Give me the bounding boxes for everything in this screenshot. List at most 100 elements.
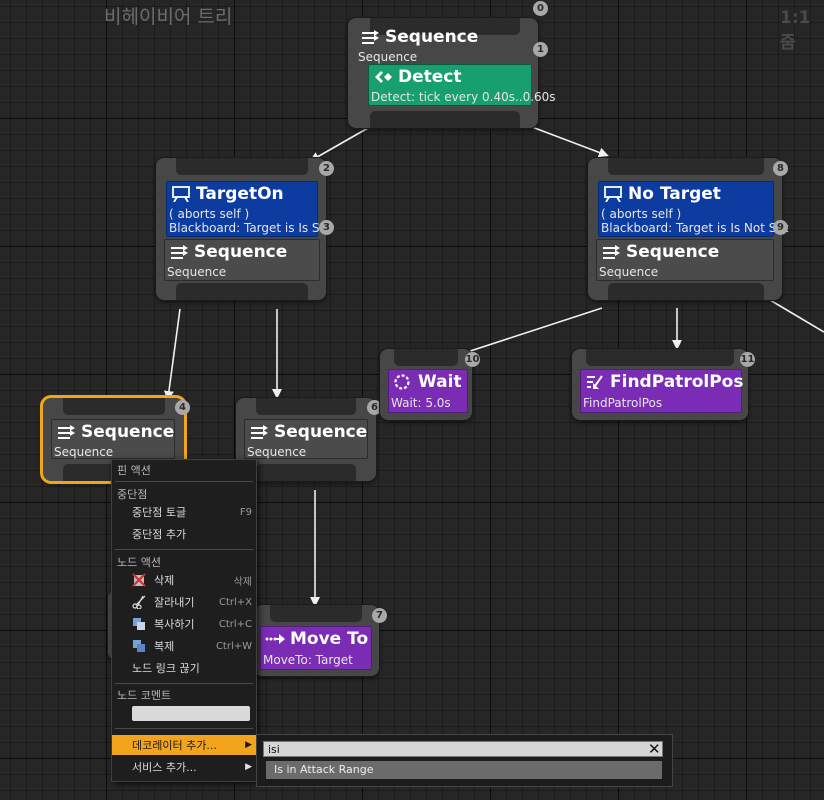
- shortcut-label: Ctrl+C: [218, 618, 252, 630]
- notarget-condition: Blackboard: Target is Is Not Set: [601, 221, 789, 235]
- output-pin[interactable]: [370, 111, 520, 128]
- clear-search-icon[interactable]: ✕: [648, 740, 661, 758]
- findpatrolpos-panel: FindPatrolPos FindPatrolPos: [580, 369, 744, 413]
- search-result-item[interactable]: Is in Attack Range: [266, 761, 662, 779]
- root-index-badge: 0: [533, 1, 548, 16]
- input-pin[interactable]: [256, 398, 356, 415]
- add-breakpoint-item[interactable]: 중단점 추가: [112, 524, 256, 544]
- detect-subtitle: Detect: tick every 0.40s..0.60s: [371, 90, 556, 104]
- scissors-icon: [132, 595, 146, 609]
- findpatrolpos-subtitle: FindPatrolPos: [583, 396, 663, 410]
- input-pin[interactable]: [586, 349, 734, 366]
- add-service-item[interactable]: 서비스 추가... ▶: [112, 757, 256, 777]
- moveto-task-node[interactable]: Move To MoveTo: Target: [254, 605, 379, 676]
- service-icon: [375, 71, 392, 83]
- root-sequence-title: Sequence: [385, 27, 479, 47]
- sequence-6-subtitle: Sequence: [247, 445, 307, 459]
- targeton-title: TargetOn: [196, 184, 284, 204]
- index-badge: 10: [465, 352, 480, 367]
- notarget-sequence-panel: Sequence Sequence: [596, 239, 774, 281]
- wait-subtitle: Wait: 5.0s: [391, 396, 451, 410]
- sequence-6-title: Sequence: [274, 422, 368, 442]
- toggle-breakpoint-item[interactable]: 중단점 토글 F9: [112, 502, 256, 522]
- pin-actions-header: 핀 액션: [117, 464, 151, 477]
- add-decorator-item[interactable]: 데코레이터 추가... ▶: [112, 735, 256, 755]
- moveto-panel: Move To MoveTo: Target: [260, 626, 372, 670]
- delete-item[interactable]: 삭제 삭제: [112, 570, 256, 590]
- sequence-6-node[interactable]: Sequence Sequence: [236, 398, 376, 481]
- wait-icon: [394, 374, 410, 390]
- input-pin[interactable]: [63, 398, 165, 415]
- sequence-4-subtitle: Sequence: [54, 445, 114, 459]
- targeton-sequence-panel: Sequence Sequence: [164, 239, 320, 281]
- sequence-icon: [251, 425, 268, 439]
- output-pin[interactable]: [608, 283, 764, 300]
- input-pin[interactable]: [394, 349, 458, 366]
- targeton-branch-node[interactable]: TargetOn ( aborts self ) Blackboard: Tar…: [156, 158, 332, 300]
- cut-item[interactable]: 잘라내기 Ctrl+X: [112, 592, 256, 612]
- wait-title: Wait: [418, 372, 462, 392]
- blackboard-icon: [172, 186, 190, 202]
- moveto-subtitle: MoveTo: Target: [263, 653, 353, 667]
- findpatrolpos-task-node[interactable]: FindPatrolPos FindPatrolPos: [572, 349, 748, 420]
- node-comment-header: 노드 코멘트: [117, 689, 172, 702]
- index-badge: 1: [533, 42, 548, 57]
- menu-separator: [115, 549, 253, 550]
- index-badge: 11: [740, 352, 755, 367]
- wait-panel: Wait Wait: 5.0s: [388, 369, 468, 413]
- targeton-sequence-title: Sequence: [194, 242, 288, 262]
- sequence-icon: [171, 245, 188, 259]
- index-badge: 7: [372, 608, 387, 623]
- sequence-icon: [58, 425, 75, 439]
- root-sequence-node[interactable]: Sequence Sequence Detect Detect: tick ev…: [348, 18, 556, 128]
- input-pin[interactable]: [608, 158, 764, 175]
- decorator-submenu: ✕ Is in Attack Range: [256, 734, 673, 787]
- context-menu: 핀 액션 중단점 중단점 토글 F9 중단점 추가 노드 액션 삭제 삭제 잘라…: [111, 459, 257, 782]
- root-sequence-subtitle: Sequence: [358, 50, 418, 64]
- shortcut-label: Ctrl+X: [218, 596, 252, 608]
- detect-service[interactable]: Detect Detect: tick every 0.40s..0.60s: [368, 64, 556, 106]
- notarget-decorator[interactable]: No Target ( aborts self ) Blackboard: Ta…: [598, 181, 788, 237]
- notarget-sequence-title: Sequence: [626, 242, 720, 262]
- blackboard-icon: [604, 186, 622, 202]
- sequence-4-title: Sequence: [81, 422, 175, 442]
- sequence-icon: [603, 245, 620, 259]
- input-pin[interactable]: [176, 158, 308, 175]
- input-pin[interactable]: [270, 605, 362, 622]
- root-sequence-panel: Sequence Sequence: [356, 25, 532, 64]
- duplicate-icon: [133, 640, 145, 652]
- copy-item[interactable]: 복사하기 Ctrl+C: [112, 614, 256, 634]
- menu-separator: [115, 683, 253, 684]
- targeton-decorator[interactable]: TargetOn ( aborts self ) Blackboard: Tar…: [166, 181, 332, 237]
- sequence-icon: [362, 30, 379, 44]
- notarget-branch-node[interactable]: No Target ( aborts self ) Blackboard: Ta…: [588, 158, 788, 300]
- index-badge: 8: [773, 161, 788, 176]
- detect-title: Detect: [398, 67, 462, 87]
- move-to-icon: [265, 634, 285, 644]
- notarget-aborts: ( aborts self ): [601, 207, 682, 221]
- index-badge: 4: [175, 400, 190, 415]
- wait-task-node[interactable]: Wait Wait: 5.0s: [380, 349, 472, 420]
- break-node-links-item[interactable]: 노드 링크 끊기: [112, 658, 256, 678]
- menu-separator: [115, 481, 253, 482]
- node-actions-header: 노드 액션: [117, 556, 161, 569]
- output-pin[interactable]: [256, 464, 356, 481]
- targeton-condition: Blackboard: Target is Is Set: [169, 221, 332, 235]
- submenu-arrow-icon: ▶: [245, 740, 252, 750]
- submenu-arrow-icon: ▶: [245, 762, 252, 772]
- index-badge: 2: [319, 161, 334, 176]
- findpatrolpos-title: FindPatrolPos: [610, 372, 744, 392]
- breakpoint-header: 중단점: [117, 488, 148, 501]
- duplicate-item[interactable]: 복제 Ctrl+W: [112, 636, 256, 656]
- shortcut-label: Ctrl+W: [215, 640, 252, 652]
- decorator-search-input[interactable]: [263, 741, 663, 757]
- copy-icon: [133, 618, 145, 630]
- menu-separator: [115, 728, 253, 729]
- output-pin[interactable]: [176, 283, 308, 300]
- sequence-6-panel: Sequence Sequence: [244, 419, 368, 459]
- shortcut-label: 삭제: [233, 576, 252, 588]
- targeton-aborts: ( aborts self ): [169, 207, 250, 221]
- decorator-index-badge: 3: [319, 220, 334, 235]
- node-comment-input[interactable]: [132, 706, 250, 721]
- decorator-index-badge: 9: [773, 220, 788, 235]
